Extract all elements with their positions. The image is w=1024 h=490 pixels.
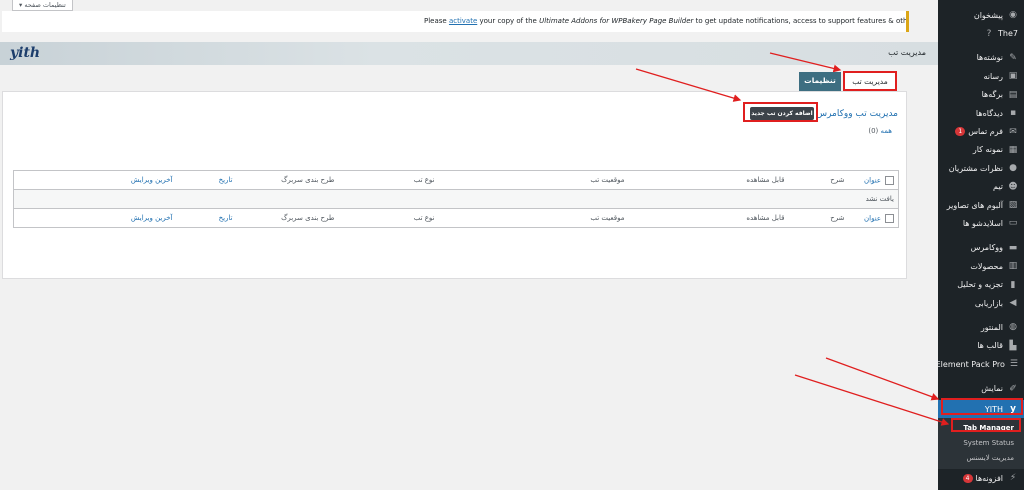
annotation-arrows — [635, 52, 950, 426]
arrow-to-yith — [825, 357, 940, 401]
arrow-to-add-button — [635, 68, 742, 102]
arrow-to-submenu — [794, 374, 950, 426]
arrow-to-tab — [769, 52, 842, 73]
